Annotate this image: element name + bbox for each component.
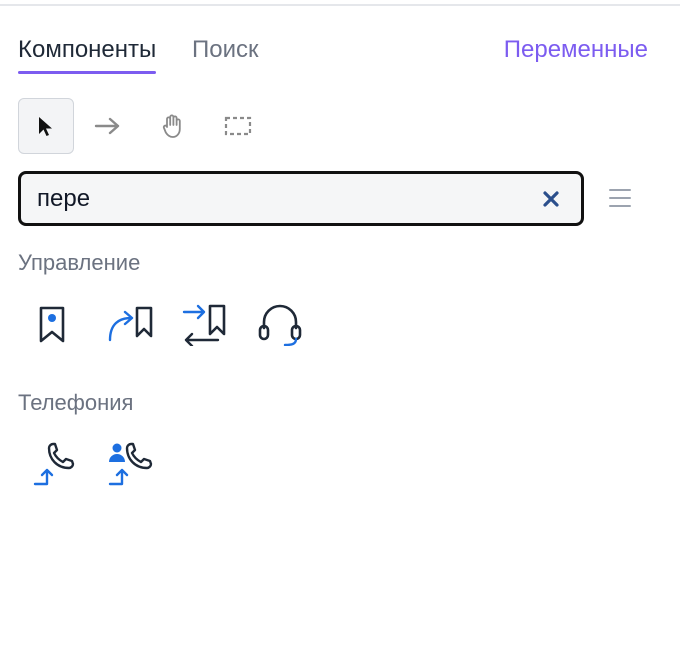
component-redirect-bookmark[interactable] (103, 297, 157, 351)
tab-components[interactable]: Компоненты (18, 36, 157, 74)
headset-icon (258, 304, 302, 346)
tab-variables[interactable]: Переменные (504, 36, 648, 64)
tab-search[interactable]: Поиск (192, 36, 259, 64)
bookmark-marker-icon (39, 306, 65, 343)
cursor-arrow-icon (39, 117, 52, 136)
component-swap-bookmark[interactable] (178, 297, 232, 351)
dashed-rectangle-icon (224, 116, 252, 136)
component-call-transfer[interactable] (27, 436, 81, 490)
section-title-management: Управление (18, 250, 141, 275)
select-tool-button[interactable] (18, 98, 74, 154)
top-divider (0, 4, 680, 6)
pan-tool-button[interactable] (144, 98, 200, 154)
menu-icon (609, 189, 631, 207)
close-icon (543, 191, 559, 207)
section-title-telephony: Телефония (18, 390, 134, 415)
clear-search-button[interactable] (539, 187, 563, 211)
connect-tool-button[interactable] (80, 98, 136, 154)
component-bookmark-marker[interactable] (25, 297, 79, 351)
arrow-right-icon (94, 117, 120, 135)
swap-bookmark-icon (182, 304, 226, 346)
marquee-tool-button[interactable] (210, 98, 266, 154)
contact-call-transfer-icon (108, 442, 153, 486)
list-view-button[interactable] (604, 183, 636, 213)
redirect-bookmark-icon (108, 306, 153, 342)
component-search-box (18, 171, 584, 226)
hand-icon (162, 114, 181, 138)
search-input[interactable] (37, 182, 517, 216)
call-transfer-icon (33, 442, 75, 486)
component-contact-call-transfer[interactable] (103, 436, 157, 490)
component-headset[interactable] (253, 297, 307, 351)
